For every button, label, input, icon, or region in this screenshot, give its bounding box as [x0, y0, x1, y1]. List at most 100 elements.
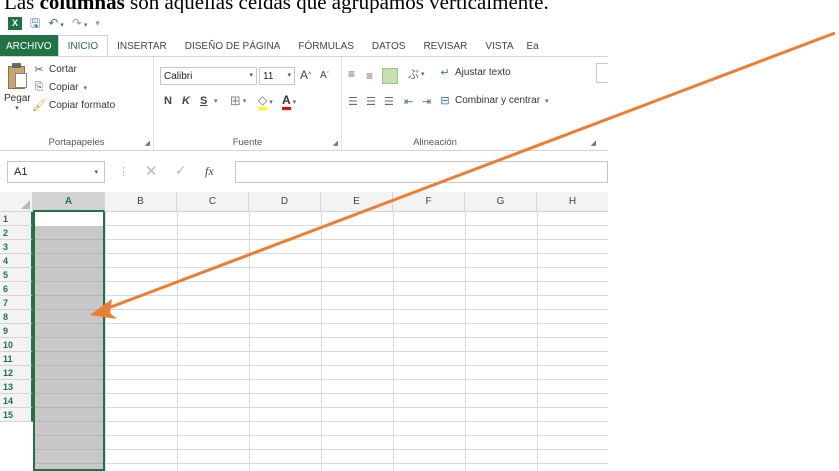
wrap-text-icon: ↵: [440, 67, 450, 79]
select-all-corner[interactable]: [0, 192, 33, 212]
row-header-10[interactable]: 10: [0, 338, 33, 352]
insert-function-icon[interactable]: fx: [205, 164, 214, 179]
copy-button[interactable]: ⎘ Copiar ▾: [32, 81, 87, 94]
underline-dropdown-icon[interactable]: ▾: [212, 97, 218, 105]
wrap-text-label: Ajustar texto: [455, 67, 511, 78]
name-box-dropdown-icon[interactable]: ▾: [94, 168, 98, 176]
font-name-dropdown-icon[interactable]: ▾: [249, 71, 253, 79]
tab-insertar[interactable]: INSERTAR: [108, 35, 176, 57]
clipboard-group-label: Portapapeles: [48, 137, 105, 148]
customize-icon[interactable]: ▾: [95, 18, 100, 28]
merge-center-button[interactable]: ⊟ Combinar y centrar ▾: [438, 94, 549, 107]
row-header-15[interactable]: 15: [0, 408, 33, 422]
wrap-text-button[interactable]: ↵ Ajustar texto: [438, 66, 511, 79]
paste-button[interactable]: Pegar ▾: [4, 63, 31, 112]
align-middle-icon[interactable]: ≡: [366, 69, 373, 83]
font-size-dropdown-icon[interactable]: ▾: [287, 71, 291, 79]
format-painter-icon: 🖌: [32, 100, 46, 112]
column-header-h[interactable]: H: [537, 192, 608, 212]
redo-icon[interactable]: ↷ ▾: [72, 17, 88, 29]
fill-color-icon[interactable]: ◇ ▾: [258, 93, 273, 110]
column-header-c[interactable]: C: [177, 192, 249, 212]
font-launcher-icon[interactable]: ◢: [333, 139, 338, 147]
undo-icon[interactable]: ↶ ▾: [48, 17, 64, 29]
row-header-13[interactable]: 13: [0, 380, 33, 394]
merge-dropdown-icon[interactable]: ▾: [545, 97, 549, 105]
alignment-launcher-icon[interactable]: ◢: [591, 139, 596, 147]
row-header-2[interactable]: 2: [0, 226, 33, 240]
row-header-9[interactable]: 9: [0, 324, 33, 338]
tab-diseno-pagina[interactable]: DISEÑO DE PÁGINA: [176, 35, 290, 57]
borders-icon[interactable]: ⊞ ▾: [230, 93, 246, 109]
quick-access-toolbar: X 🖫 ↶ ▾ ↷ ▾ ▾: [0, 13, 608, 33]
clipboard-launcher-icon[interactable]: ◢: [145, 139, 150, 147]
column-header-a[interactable]: A: [33, 192, 105, 212]
shrink-font-button[interactable]: Aˇ: [320, 70, 329, 81]
number-format-combo[interactable]: [596, 63, 608, 83]
save-icon[interactable]: 🖫: [30, 17, 40, 29]
excel-logo-icon: X: [8, 16, 22, 30]
formula-input[interactable]: [235, 161, 608, 183]
scissors-icon: ✂: [34, 64, 44, 76]
column-header-g[interactable]: G: [465, 192, 537, 212]
font-size-value: 11: [263, 70, 274, 82]
cut-label: Cortar: [49, 64, 77, 75]
align-left-icon[interactable]: ☰: [348, 95, 358, 108]
decrease-indent-icon[interactable]: ⇤: [404, 95, 413, 108]
font-size-combo[interactable]: 11 ▾: [259, 67, 295, 85]
row-header-8[interactable]: 8: [0, 310, 33, 324]
tab-formulas[interactable]: FÓRMULAS: [289, 35, 363, 57]
bold-button[interactable]: N: [164, 95, 172, 107]
row-header-3[interactable]: 3: [0, 240, 33, 254]
clipboard-group: Pegar ▾ ✂ Cortar ⎘ Copiar ▾ 🖌 Copiar for…: [0, 57, 154, 151]
underline-button[interactable]: S: [200, 95, 207, 107]
row-header-7[interactable]: 7: [0, 296, 33, 310]
row-header-12[interactable]: 12: [0, 366, 33, 380]
row-header-5[interactable]: 5: [0, 268, 33, 282]
selected-column-a[interactable]: [33, 212, 105, 471]
alignment-group-label: Alineación: [413, 137, 457, 148]
align-top-icon[interactable]: ≡: [348, 67, 355, 81]
row-header-6[interactable]: 6: [0, 282, 33, 296]
tab-extra[interactable]: Ea: [523, 35, 543, 57]
column-header-e[interactable]: E: [321, 192, 393, 212]
copy-label: Copiar: [49, 82, 79, 93]
ribbon: Pegar ▾ ✂ Cortar ⎘ Copiar ▾ 🖌 Copiar for…: [0, 57, 608, 151]
cut-button[interactable]: ✂ Cortar: [32, 63, 77, 76]
spreadsheet-grid: A B C D E F G H 1 2 3 4 5 6 7 8 9 10 11 …: [0, 192, 608, 471]
font-name-combo[interactable]: Calibri ▾: [160, 67, 257, 85]
italic-button[interactable]: K: [182, 95, 190, 107]
align-bottom-icon[interactable]: [382, 68, 398, 84]
name-box[interactable]: A1 ▾: [7, 161, 105, 183]
formula-bar: A1 ▾ ⋮ ✕ ✓ fx: [0, 161, 608, 183]
orientation-icon[interactable]: ぷ ▾: [408, 66, 425, 82]
column-header-b[interactable]: B: [105, 192, 177, 212]
ribbon-tabs: ARCHIVO INICIO INSERTAR DISEÑO DE PÁGINA…: [0, 35, 608, 57]
column-header-f[interactable]: F: [393, 192, 465, 212]
active-cell-a1[interactable]: [35, 212, 103, 226]
align-right-icon[interactable]: ☰: [384, 95, 394, 108]
cell-area[interactable]: [33, 212, 608, 471]
tab-inicio[interactable]: INICIO: [57, 35, 109, 57]
formula-bar-grip-icon[interactable]: ⋮: [118, 165, 129, 178]
row-header-14[interactable]: 14: [0, 394, 33, 408]
enter-icon[interactable]: ✓: [175, 162, 187, 179]
format-painter-button[interactable]: 🖌 Copiar formato: [32, 99, 115, 112]
tab-vista[interactable]: VISTA: [476, 35, 522, 57]
row-header-1[interactable]: 1: [0, 212, 33, 226]
alignment-group: ≡ ≡ ぷ ▾ ↵ Ajustar texto ☰ ☰ ☰ ⇤ ⇥ ⊟ Combi…: [342, 57, 608, 151]
font-group-label: Fuente: [232, 137, 263, 148]
cancel-icon[interactable]: ✕: [145, 162, 158, 180]
copy-dropdown-icon[interactable]: ▾: [83, 84, 87, 92]
paste-dropdown-icon[interactable]: ▾: [4, 104, 30, 112]
align-center-icon[interactable]: ☰: [366, 95, 376, 108]
row-header-11[interactable]: 11: [0, 352, 33, 366]
row-header-4[interactable]: 4: [0, 254, 33, 268]
font-color-icon[interactable]: A ▾: [282, 93, 296, 110]
grow-font-button[interactable]: A ^: [300, 68, 311, 82]
column-header-d[interactable]: D: [249, 192, 321, 212]
increase-indent-icon[interactable]: ⇥: [422, 95, 431, 108]
tab-archivo[interactable]: ARCHIVO: [0, 35, 58, 57]
tab-datos[interactable]: DATOS: [363, 35, 415, 57]
tab-revisar[interactable]: REVISAR: [414, 35, 476, 57]
